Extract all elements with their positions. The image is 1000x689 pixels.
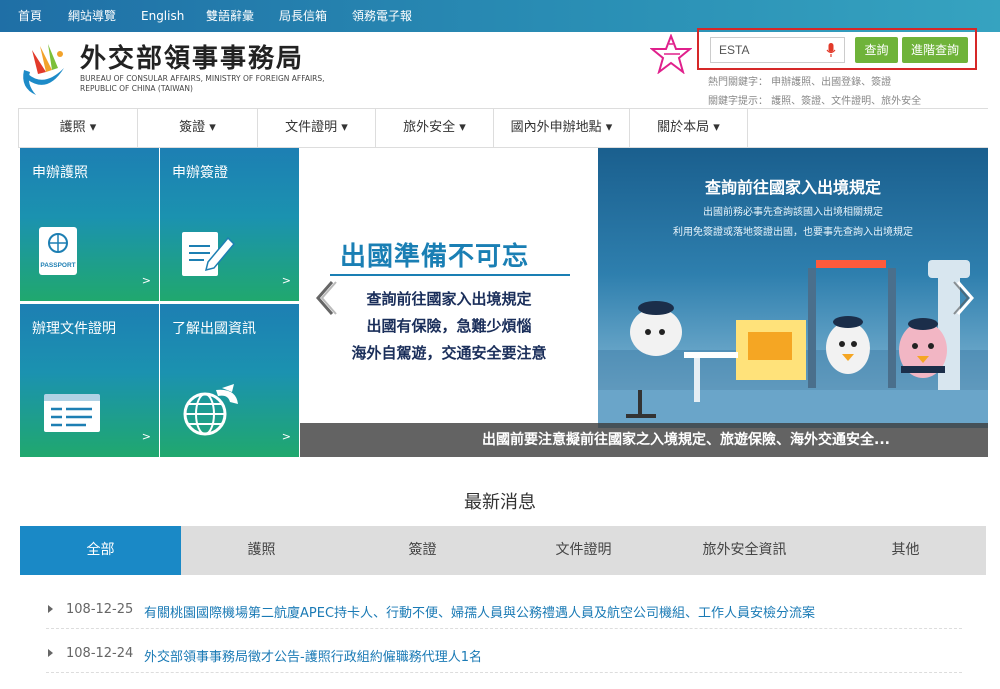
hero-banner[interactable]: 出國準備不可忘 查詢前往國家入出境規定 出國有保險，急難少煩惱 海外自駕遊，交通…: [300, 148, 988, 457]
tab-passport[interactable]: 護照: [181, 526, 342, 575]
boca-logo-icon[interactable]: [18, 40, 70, 98]
document-window-icon: [44, 394, 100, 432]
news-link[interactable]: 有關桃園國際機場第二航廈APEC持卡人、行動不便、婦孺人員與公務禮遇人員及航空公…: [144, 602, 815, 621]
banner-left-panel: 出國準備不可忘 查詢前往國家入出境規定 出國有保險，急難少煩惱 海外自駕遊，交通…: [300, 148, 598, 428]
bullet-arrow-icon: [48, 605, 53, 613]
news-date: 108-12-24: [66, 646, 134, 661]
banner-divider: [330, 274, 570, 276]
banner-line-3: 海外自駕遊，交通安全要注意: [351, 344, 547, 362]
news-link[interactable]: 外交部領事事務局徵才公告-護照行政組約僱職務代理人1名: [144, 646, 482, 665]
banner-line-1: 查詢前往國家入出境規定: [366, 290, 532, 308]
tile-passport[interactable]: 申辦護照 PASSPORT >: [20, 148, 159, 301]
microphone-icon[interactable]: [826, 43, 836, 58]
banner-line-2: 出國有保險，急難少煩惱: [366, 317, 532, 335]
tile-travel-info[interactable]: 了解出國資訊 >: [160, 304, 299, 457]
site-title[interactable]: 外交部領事事務局: [80, 38, 304, 75]
nav-passport[interactable]: 護照 ▾: [18, 109, 138, 147]
news-section-title: 最新消息: [464, 492, 536, 513]
nav-document[interactable]: 文件證明 ▾: [258, 109, 376, 147]
tab-document[interactable]: 文件證明: [503, 526, 664, 575]
nav-about[interactable]: 關於本局 ▾: [630, 109, 748, 147]
topnav-sitemap[interactable]: 網站導覽: [68, 0, 116, 32]
star-annotation-icon: [650, 34, 692, 74]
nav-locations[interactable]: 國內外申辦地點 ▾: [494, 109, 630, 147]
tile-document-label: 辦理文件證明: [32, 321, 116, 337]
passport-icon: PASSPORT: [39, 227, 77, 275]
banner-headline: 出國準備不可忘: [340, 242, 530, 272]
tile-document-arrow: >: [141, 430, 151, 443]
banner-prev-arrow[interactable]: [310, 278, 340, 318]
tab-all[interactable]: 全部: [20, 526, 181, 575]
topnav-english[interactable]: English: [141, 0, 184, 32]
site-subtitle: BUREAU OF CONSULAR AFFAIRS, MINISTRY OF …: [80, 74, 325, 93]
tile-visa-label: 申辦簽證: [172, 165, 228, 181]
banner-right-title: 查詢前往國家入出境規定: [704, 178, 881, 197]
topnav-mailbox[interactable]: 局長信箱: [279, 0, 327, 32]
nav-visa[interactable]: 簽證 ▾: [138, 109, 258, 147]
tile-travel-info-label: 了解出國資訊: [172, 321, 256, 337]
banner-illustration: 查詢前往國家入出境規定 出國前務必事先查詢該國入出境相關規定 利用免簽證或落地簽…: [598, 148, 988, 428]
passport-badge-text: PASSPORT: [40, 262, 75, 269]
nav-travel-safety[interactable]: 旅外安全 ▾: [376, 109, 494, 147]
topnav-glossary[interactable]: 雙語辭彙: [206, 0, 254, 32]
main-nav: 護照 ▾ 簽證 ▾ 文件證明 ▾ 旅外安全 ▾ 國內外申辦地點 ▾ 關於本局 ▾: [18, 108, 988, 148]
tile-visa-arrow: >: [281, 274, 291, 287]
banner-caption[interactable]: 出國前要注意擬前往國家之入境規定、旅遊保險、海外交通安全...: [300, 423, 988, 457]
tab-travel-safety[interactable]: 旅外安全資訊: [664, 526, 825, 575]
tile-passport-label: 申辦護照: [32, 165, 88, 181]
banner-right-sub-1: 出國前務必事先查詢該國入出境相關規定: [703, 207, 883, 218]
airport-scene-illustration: [598, 260, 988, 428]
document-pen-icon: [182, 232, 236, 276]
banner-next-arrow[interactable]: [950, 278, 980, 318]
tile-travel-info-arrow: >: [281, 430, 291, 443]
news-date: 108-12-25: [66, 602, 134, 617]
bullet-arrow-icon: [48, 649, 53, 657]
keyword-hints[interactable]: 關鍵字提示： 護照、簽證、文件證明、旅外安全: [708, 92, 921, 107]
tile-document[interactable]: 辦理文件證明 >: [20, 304, 159, 457]
news-item[interactable]: 108-12-25 有關桃園國際機場第二航廈APEC持卡人、行動不便、婦孺人員與…: [46, 592, 962, 629]
search-input[interactable]: [710, 37, 845, 63]
topnav-home[interactable]: 首頁: [18, 0, 42, 32]
tile-passport-arrow: >: [141, 274, 151, 287]
search-button[interactable]: 查詢: [855, 37, 898, 63]
banner-right-sub-2: 利用免簽證或落地簽證出國，也要事先查詢入出境規定: [673, 227, 913, 238]
advanced-search-button[interactable]: 進階查詢: [902, 37, 968, 63]
tab-other[interactable]: 其他: [825, 526, 986, 575]
globe-plane-icon: [183, 384, 238, 436]
topnav-newsletter[interactable]: 領務電子報: [352, 0, 412, 32]
tab-visa[interactable]: 簽證: [342, 526, 503, 575]
tile-visa[interactable]: 申辦簽證 >: [160, 148, 299, 301]
header: 外交部領事事務局 BUREAU OF CONSULAR AFFAIRS, MIN…: [0, 28, 1000, 108]
hot-keywords[interactable]: 熱門關鍵字： 申辦護照、出國登錄、簽證: [708, 73, 891, 88]
news-tabs: 全部 護照 簽證 文件證明 旅外安全資訊 其他: [20, 526, 986, 575]
news-item[interactable]: 108-12-24 外交部領事事務局徵才公告-護照行政組約僱職務代理人1名: [46, 636, 962, 673]
